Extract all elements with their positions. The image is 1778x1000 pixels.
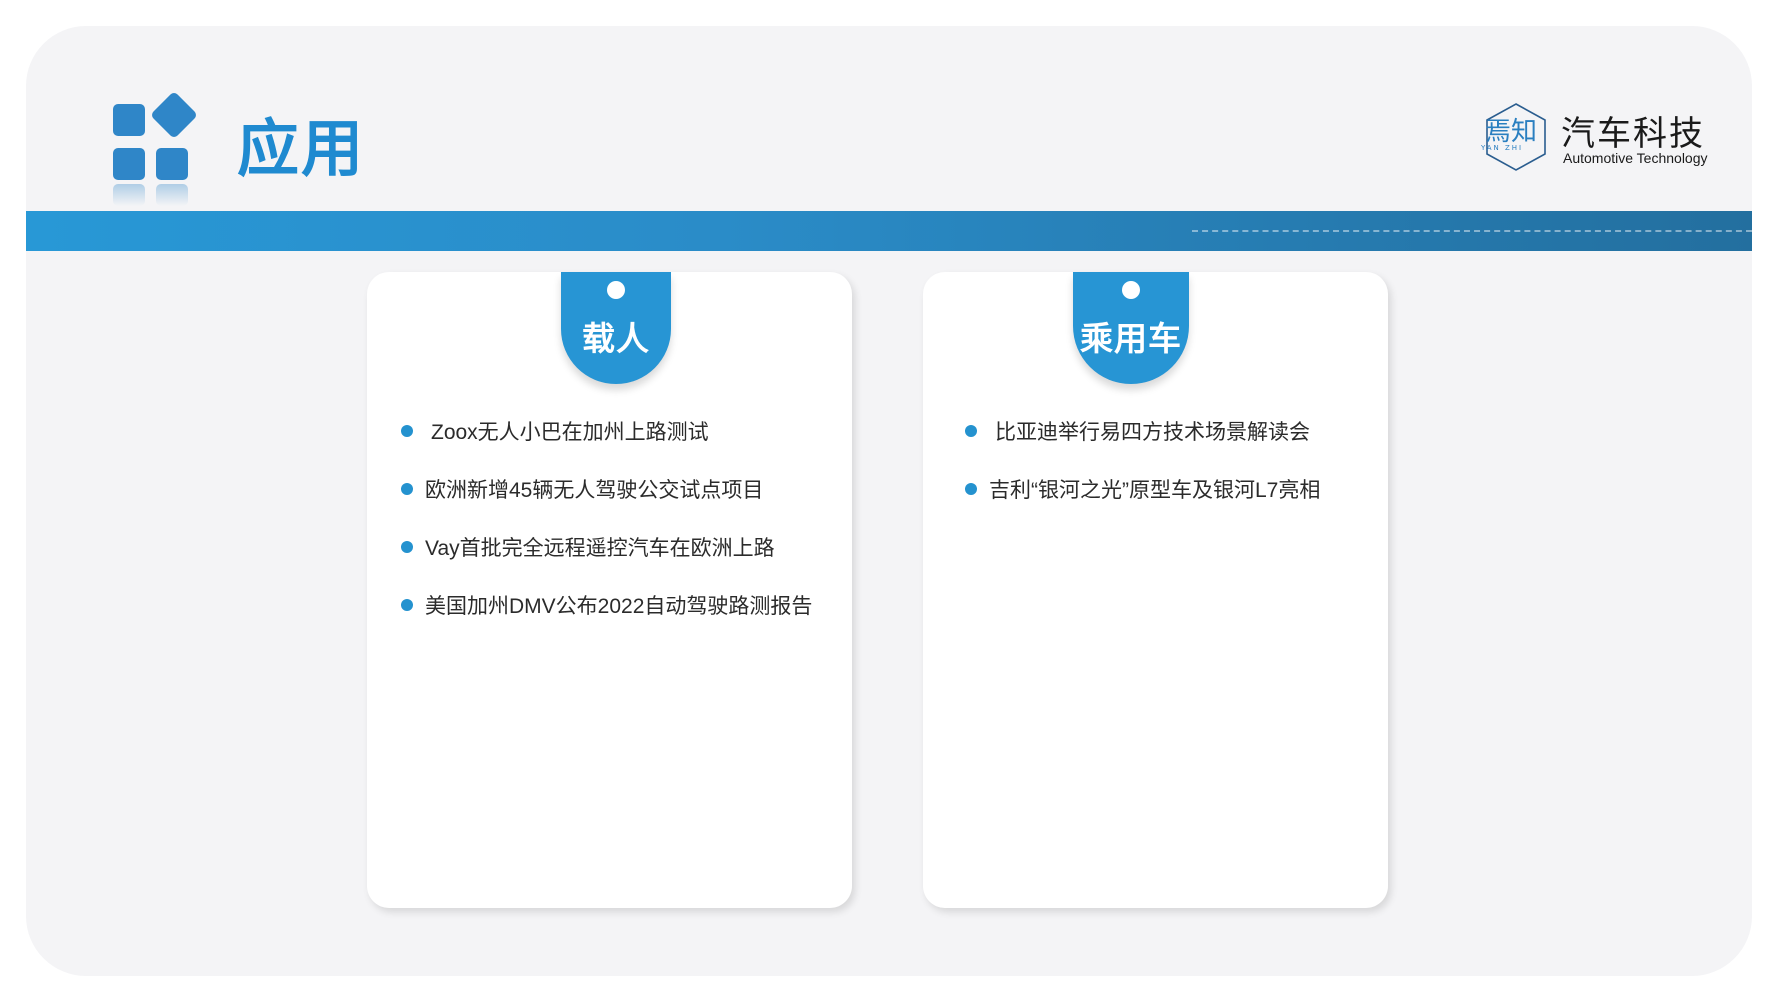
- four-squares-icon: [113, 90, 203, 206]
- list-item: Zoox无人小巴在加州上路测试: [401, 402, 812, 460]
- card-tab-label: 乘用车: [1080, 320, 1182, 357]
- bullet-icon: [965, 425, 977, 437]
- card-tab: 载人: [561, 272, 671, 384]
- bullet-icon: [401, 541, 413, 553]
- tab-dot-icon: [1122, 281, 1140, 299]
- list-item-text: 吉利“银河之光”原型车及银河L7亮相: [989, 479, 1321, 502]
- list-item: 美国加州DMV公布2022自动驾驶路测报告: [401, 576, 812, 634]
- list-item-text: 欧洲新增45辆无人驾驶公交试点项目: [425, 479, 764, 502]
- header-band: [26, 211, 1752, 251]
- card-tab: 乘用车: [1073, 272, 1189, 384]
- card-passenger-transport: 载人 Zoox无人小巴在加州上路测试 欧洲新增45辆无人驾驶公交试点项目 Vay…: [367, 272, 852, 908]
- logo-mark-text: 焉知: [1485, 117, 1537, 147]
- list-item-text: 比亚迪举行易四方技术场景解读会: [995, 421, 1310, 444]
- tab-dot-icon: [607, 281, 625, 299]
- card-passenger-car: 乘用车 比亚迪举行易四方技术场景解读会 吉利“银河之光”原型车及银河L7亮相: [923, 272, 1388, 908]
- card-item-list: 比亚迪举行易四方技术场景解读会 吉利“银河之光”原型车及银河L7亮相: [965, 402, 1320, 518]
- list-item-text: 美国加州DMV公布2022自动驾驶路测报告: [425, 595, 813, 618]
- logo-name-cn: 汽车科技: [1561, 115, 1705, 153]
- logo-mark-sub: YAN ZHI: [1480, 144, 1523, 152]
- page-title: 应用: [237, 115, 366, 184]
- list-item: 吉利“银河之光”原型车及银河L7亮相: [965, 460, 1320, 518]
- card-item-list: Zoox无人小巴在加州上路测试 欧洲新增45辆无人驾驶公交试点项目 Vay首批完…: [401, 402, 812, 634]
- list-item-text: Zoox无人小巴在加州上路测试: [431, 421, 709, 444]
- list-item-text: Vay首批完全远程遥控汽车在欧洲上路: [425, 537, 775, 560]
- list-item: Vay首批完全远程遥控汽车在欧洲上路: [401, 518, 812, 576]
- list-item: 欧洲新增45辆无人驾驶公交试点项目: [401, 460, 812, 518]
- logo-name-en: Automotive Technology: [1563, 150, 1708, 166]
- list-item: 比亚迪举行易四方技术场景解读会: [965, 402, 1320, 460]
- band-dashed-line: [1192, 230, 1752, 232]
- bullet-icon: [401, 425, 413, 437]
- bullet-icon: [965, 483, 977, 495]
- brand-logo: 焉知 YAN ZHI 汽车科技 Automotive Technology: [1479, 100, 1709, 180]
- slide: 应用 焉知 YAN ZHI 汽车科技 Automotive Technology: [26, 26, 1752, 976]
- bullet-icon: [401, 599, 413, 611]
- card-tab-label: 载人: [582, 320, 650, 357]
- bullet-icon: [401, 483, 413, 495]
- hexagon-logo-icon: 焉知 YAN ZHI: [1480, 103, 1546, 171]
